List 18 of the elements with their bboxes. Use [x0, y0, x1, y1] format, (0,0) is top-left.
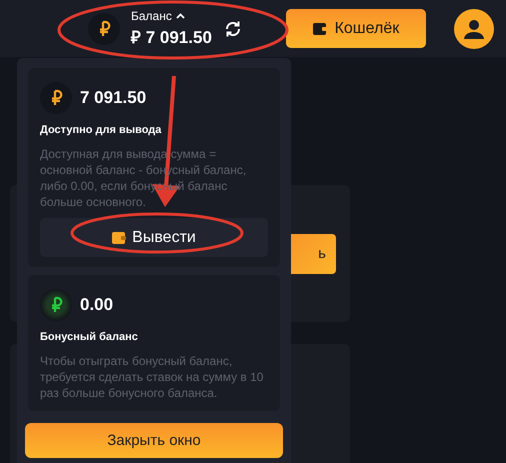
wallet-icon	[112, 232, 126, 244]
ruble-icon	[49, 296, 63, 314]
card-title: Доступно для вывода	[40, 124, 162, 136]
avatar-icon[interactable]	[454, 8, 494, 48]
chevron-up-icon[interactable]	[176, 13, 185, 19]
card-title: Бонусный баланс	[40, 331, 139, 343]
wallet-button[interactable]: Кошелёк	[286, 9, 426, 48]
ruble-icon	[97, 20, 111, 38]
refresh-icon[interactable]	[224, 20, 242, 38]
balance-amount: 7 091.50	[80, 88, 146, 108]
close-button[interactable]: Закрыть окно	[25, 423, 283, 458]
balance-amount: ₽ 7 091.50	[131, 27, 212, 48]
balance-amount: 0.00	[80, 295, 114, 315]
withdraw-button[interactable]: Вывести	[40, 218, 268, 257]
wallet-icon	[312, 22, 327, 34]
balance-label: Баланс	[131, 9, 172, 23]
ruble-icon	[49, 89, 63, 107]
card-description: Чтобы отыграть бонусный баланс, требуется сделать ставок на сумму в 10 раз больше бонусного баланса.	[40, 353, 264, 401]
